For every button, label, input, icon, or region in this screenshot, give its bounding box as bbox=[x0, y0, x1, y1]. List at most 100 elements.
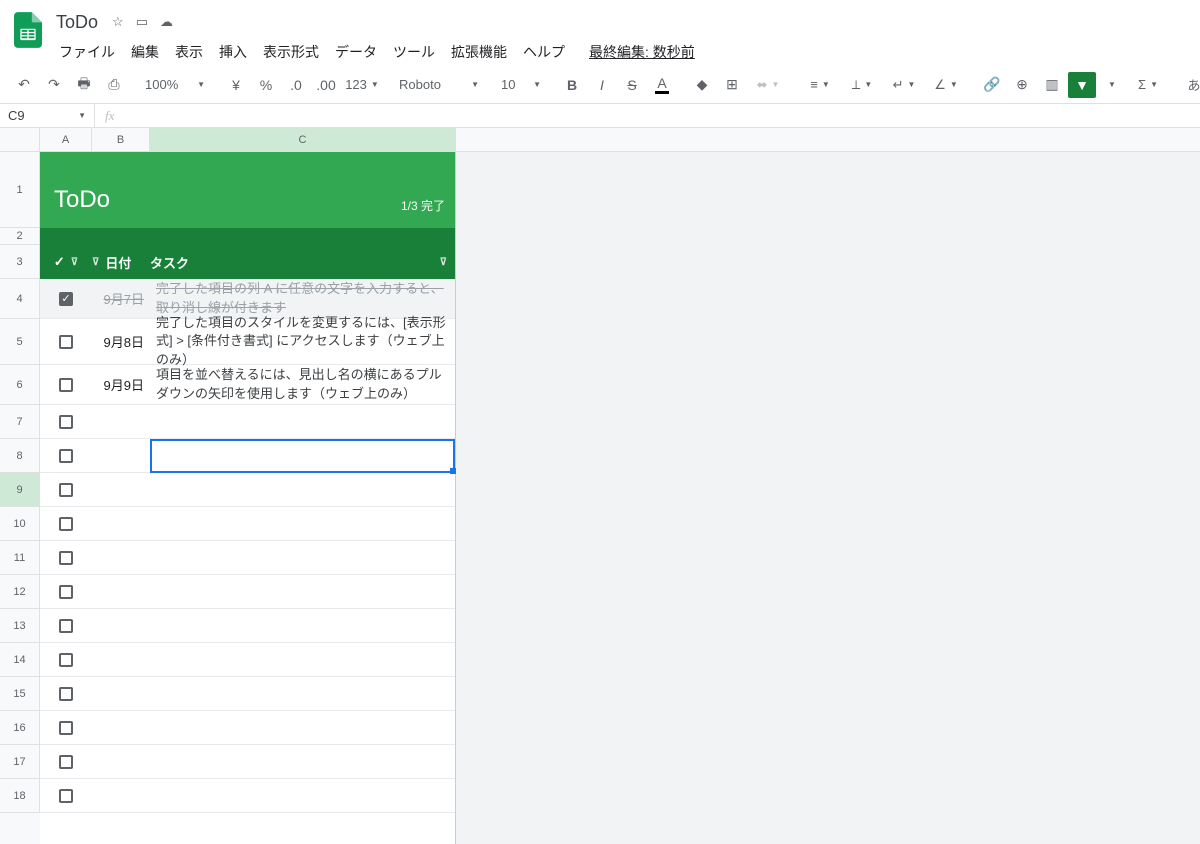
comment-icon[interactable]: ⊕ bbox=[1008, 72, 1036, 98]
table-row[interactable]: ✓9月7日完了した項目の列 A に任意の文字を入力すると、取り消し線が付きます bbox=[40, 279, 455, 319]
menu-extensions[interactable]: 拡張機能 bbox=[444, 38, 514, 66]
table-row[interactable] bbox=[40, 541, 455, 575]
date-cell[interactable] bbox=[92, 541, 150, 574]
filter-arrow-icon[interactable]: ⊽ bbox=[440, 257, 447, 268]
filter-views-icon[interactable]: ▼ bbox=[1098, 72, 1126, 98]
row-header[interactable]: 14 bbox=[0, 643, 40, 677]
strikethrough-icon[interactable]: S bbox=[618, 72, 646, 98]
col-header-c[interactable]: C bbox=[150, 128, 456, 151]
date-cell[interactable] bbox=[92, 677, 150, 710]
task-cell[interactable] bbox=[150, 643, 455, 676]
row-header[interactable]: 6 bbox=[0, 365, 40, 405]
task-cell[interactable] bbox=[150, 711, 455, 744]
row-header[interactable]: 16 bbox=[0, 711, 40, 745]
menu-insert[interactable]: 挿入 bbox=[212, 38, 254, 66]
date-cell[interactable]: 9月7日 bbox=[92, 279, 150, 318]
move-icon[interactable]: ▭ bbox=[136, 14, 148, 30]
row-header[interactable]: 9 bbox=[0, 473, 40, 507]
menu-edit[interactable]: 編集 bbox=[124, 38, 166, 66]
checkbox[interactable] bbox=[59, 619, 73, 633]
table-row[interactable] bbox=[40, 609, 455, 643]
task-cell[interactable] bbox=[150, 507, 455, 540]
table-row[interactable] bbox=[40, 575, 455, 609]
date-cell[interactable]: 9月8日 bbox=[92, 319, 150, 364]
currency-icon[interactable]: ¥ bbox=[222, 72, 250, 98]
cells-area[interactable]: ToDo1/3 完了✓⊽⊽日付タスク⊽✓9月7日完了した項目の列 A に任意の文… bbox=[40, 152, 456, 844]
checkbox[interactable] bbox=[59, 378, 73, 392]
task-cell[interactable] bbox=[150, 677, 455, 710]
table-row[interactable] bbox=[40, 779, 455, 813]
table-row[interactable]: 9月9日項目を並べ替えるには、見出し名の横にあるプルダウンの矢印を使用します（ウ… bbox=[40, 365, 455, 405]
checkbox[interactable] bbox=[59, 517, 73, 531]
task-cell[interactable]: 項目を並べ替えるには、見出し名の横にあるプルダウンの矢印を使用します（ウェブ上の… bbox=[150, 365, 455, 404]
menu-data[interactable]: データ bbox=[328, 38, 384, 66]
date-cell[interactable] bbox=[92, 507, 150, 540]
input-tools-icon[interactable]: あ▼ bbox=[1180, 72, 1200, 98]
filter-arrow-icon[interactable]: ⊽ bbox=[71, 257, 78, 268]
checkbox[interactable] bbox=[59, 483, 73, 497]
task-cell[interactable] bbox=[150, 541, 455, 574]
table-row[interactable] bbox=[40, 439, 455, 473]
functions-icon[interactable]: Σ▼ bbox=[1128, 72, 1168, 98]
font-select[interactable]: Roboto▼ bbox=[394, 72, 484, 98]
task-cell[interactable]: 完了した項目のスタイルを変更するには、[表示形式] > [条件付き書式] にアク… bbox=[150, 319, 455, 364]
task-cell[interactable] bbox=[150, 439, 455, 472]
rotate-icon[interactable]: ∠▼ bbox=[926, 72, 966, 98]
table-row[interactable] bbox=[40, 405, 455, 439]
date-cell[interactable] bbox=[92, 609, 150, 642]
checkbox[interactable] bbox=[59, 335, 73, 349]
filter-icon[interactable]: ▼ bbox=[1068, 72, 1096, 98]
checkbox[interactable] bbox=[59, 721, 73, 735]
checkbox[interactable] bbox=[59, 687, 73, 701]
borders-icon[interactable]: ⊞ bbox=[718, 72, 746, 98]
table-row[interactable]: 9月8日完了した項目のスタイルを変更するには、[表示形式] > [条件付き書式]… bbox=[40, 319, 455, 365]
date-cell[interactable] bbox=[92, 439, 150, 472]
more-formats[interactable]: 123▼ bbox=[342, 72, 382, 98]
row-header[interactable]: 17 bbox=[0, 745, 40, 779]
checkbox[interactable] bbox=[59, 585, 73, 599]
task-cell[interactable] bbox=[150, 575, 455, 608]
paint-format-icon[interactable]: ⎙ bbox=[100, 72, 128, 98]
col-header-b[interactable]: B bbox=[92, 128, 150, 151]
date-cell[interactable] bbox=[92, 779, 150, 812]
row-header[interactable]: 12 bbox=[0, 575, 40, 609]
link-icon[interactable]: 🔗 bbox=[978, 72, 1006, 98]
checkbox[interactable] bbox=[59, 449, 73, 463]
sheets-logo[interactable] bbox=[8, 10, 48, 50]
chart-icon[interactable]: ▥ bbox=[1038, 72, 1066, 98]
wrap-icon[interactable]: ↵▼ bbox=[884, 72, 924, 98]
col-header-a[interactable]: A bbox=[40, 128, 92, 151]
text-color-icon[interactable]: A bbox=[648, 72, 676, 98]
task-cell[interactable] bbox=[150, 745, 455, 778]
row-header[interactable]: 4 bbox=[0, 279, 40, 319]
row-header[interactable]: 2 bbox=[0, 228, 40, 245]
checkbox[interactable] bbox=[59, 755, 73, 769]
redo-icon[interactable]: ↷ bbox=[40, 72, 68, 98]
menu-help[interactable]: ヘルプ bbox=[516, 38, 572, 66]
cloud-icon[interactable]: ☁ bbox=[160, 14, 173, 30]
row-header[interactable]: 1 bbox=[0, 152, 40, 228]
table-row[interactable] bbox=[40, 507, 455, 541]
name-box[interactable]: C9▼ bbox=[0, 104, 95, 128]
last-edit-link[interactable]: 最終編集: 数秒前 bbox=[582, 38, 702, 66]
filter-arrow-icon[interactable]: ⊽ bbox=[92, 257, 99, 268]
checkbox[interactable] bbox=[59, 415, 73, 429]
checkbox[interactable]: ✓ bbox=[59, 292, 73, 306]
task-cell[interactable] bbox=[150, 473, 455, 506]
table-row[interactable] bbox=[40, 643, 455, 677]
date-cell[interactable] bbox=[92, 575, 150, 608]
checkbox[interactable] bbox=[59, 789, 73, 803]
undo-icon[interactable]: ↶ bbox=[10, 72, 38, 98]
fill-color-icon[interactable]: ◆ bbox=[688, 72, 716, 98]
h-align-icon[interactable]: ≡▼ bbox=[800, 72, 840, 98]
date-cell[interactable] bbox=[92, 643, 150, 676]
italic-icon[interactable]: I bbox=[588, 72, 616, 98]
task-cell[interactable] bbox=[150, 609, 455, 642]
date-cell[interactable]: 9月9日 bbox=[92, 365, 150, 404]
menu-format[interactable]: 表示形式 bbox=[256, 38, 326, 66]
star-icon[interactable]: ☆ bbox=[112, 14, 124, 30]
decrease-decimal-icon[interactable]: .0 bbox=[282, 72, 310, 98]
menu-tools[interactable]: ツール bbox=[386, 38, 442, 66]
percent-icon[interactable]: % bbox=[252, 72, 280, 98]
task-cell[interactable] bbox=[150, 405, 455, 438]
